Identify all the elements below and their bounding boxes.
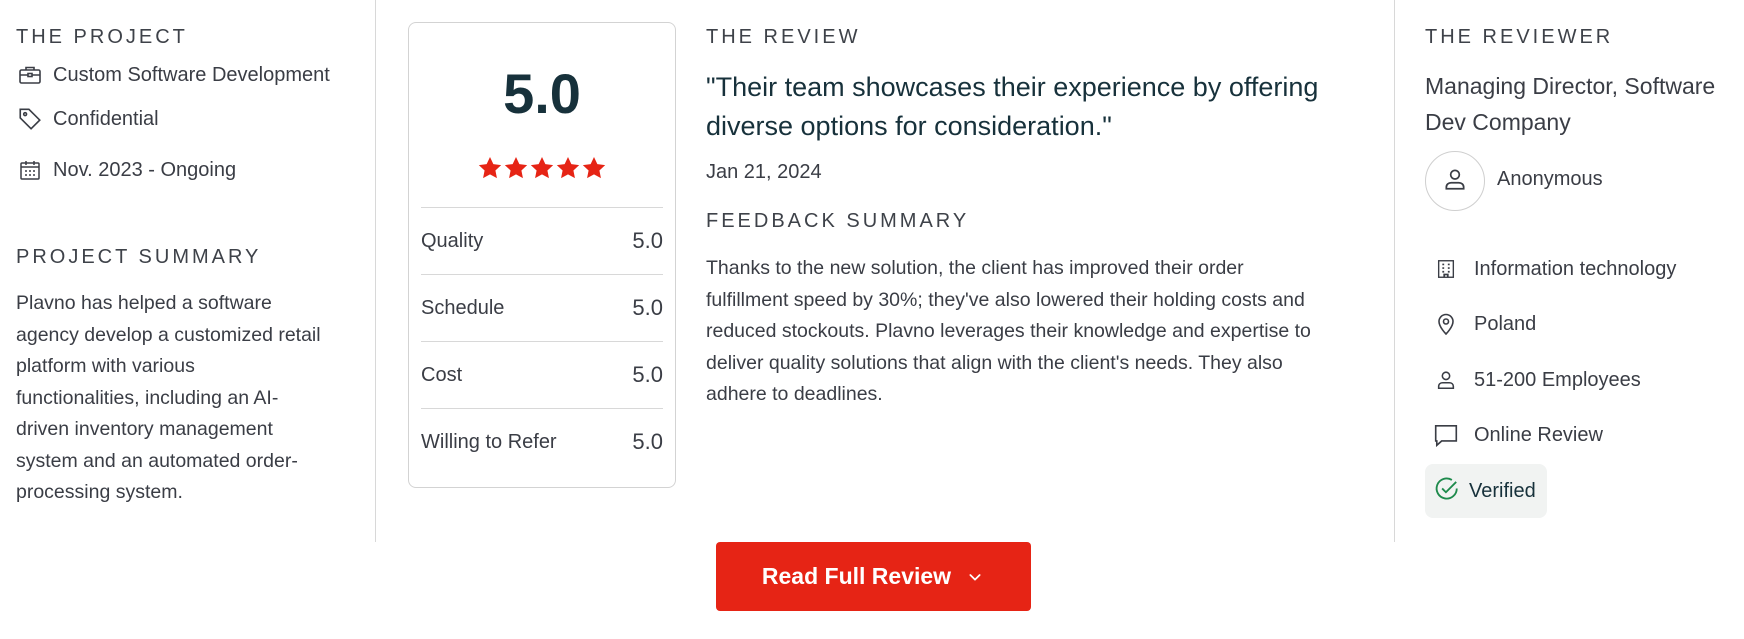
star-icon [582, 156, 606, 179]
project-dates-label: Nov. 2023 - Ongoing [53, 158, 237, 181]
reviewer-company-size-label: 51-200 Employees [1474, 368, 1641, 391]
review-quote: "Their team showcases their experience b… [706, 68, 1346, 146]
map-pin-icon [1432, 310, 1460, 338]
feedback-line: fulfillment speed by 30%; they've also l… [706, 288, 1305, 311]
review-heading: THE REVIEW [706, 26, 861, 48]
rating-label: Cost [421, 363, 463, 386]
read-full-review-button[interactable]: Read Full Review [716, 542, 1031, 611]
chevron-down-icon [967, 568, 985, 586]
verified-label: Verified [1469, 479, 1536, 502]
rating-row-cost: Cost 5.0 [421, 341, 663, 408]
rating-label: Willing to Refer [421, 430, 557, 453]
summary-line: system and an automated order- [16, 449, 298, 472]
check-circle-icon [1434, 476, 1460, 507]
reviewer-heading: THE REVIEWER [1425, 26, 1614, 48]
avatar [1425, 151, 1485, 211]
feedback-line: adhere to deadlines. [706, 383, 883, 405]
tag-icon [16, 105, 44, 133]
chat-bubble-icon [1432, 421, 1460, 449]
verified-badge: Verified [1425, 464, 1547, 518]
overall-rating: 5.0 [503, 62, 581, 125]
person-icon [1432, 366, 1460, 394]
feedback-line: Thanks to the new solution, the client h… [706, 257, 1244, 279]
rating-row-schedule: Schedule 5.0 [421, 274, 663, 341]
reviewer-location-label: Poland [1474, 312, 1537, 335]
reviewer-industry-label: Information technology [1474, 257, 1677, 280]
reviewer-title-line: Managing Director, Software [1425, 73, 1716, 99]
rating-value: 5.0 [632, 362, 663, 387]
reviewer-review-type-label: Online Review [1474, 423, 1603, 446]
rating-label: Schedule [421, 296, 505, 319]
summary-line: Plavno has helped a software [16, 292, 272, 314]
project-budget: Confidential [16, 104, 159, 134]
star-icon [556, 156, 580, 179]
reviewer-review-type: Online Review [1432, 419, 1603, 451]
reviewer-location: Poland [1432, 308, 1536, 340]
project-dates: Nov. 2023 - Ongoing [16, 155, 236, 185]
rating-row-quality: Quality 5.0 [421, 207, 663, 274]
project-summary-text: Plavno has helped a software agency deve… [16, 288, 356, 509]
feedback-line: deliver quality solutions that align wit… [706, 351, 1283, 374]
rating-label: Quality [421, 229, 484, 252]
quote-line: "Their team showcases their experience b… [706, 72, 1319, 102]
rating-value: 5.0 [632, 429, 663, 454]
reviewer-name: Anonymous [1497, 168, 1603, 190]
calendar-icon [16, 156, 44, 184]
project-budget-label: Confidential [53, 107, 159, 130]
reviewer-title-line: Dev Company [1425, 109, 1571, 135]
project-summary-heading: PROJECT SUMMARY [16, 246, 262, 268]
feedback-line: reduced stockouts. Plavno leverages thei… [706, 320, 1311, 342]
star-rating [409, 155, 675, 186]
reviewer-company-size: 51-200 Employees [1432, 364, 1641, 396]
rating-row-willing-to-refer: Willing to Refer 5.0 [421, 408, 663, 475]
summary-line: processing system. [16, 481, 183, 503]
user-icon [1442, 166, 1468, 197]
star-icon [530, 156, 554, 179]
star-icon [504, 156, 528, 179]
rating-value: 5.0 [632, 295, 663, 320]
project-heading: THE PROJECT [16, 26, 188, 48]
rating-card: 5.0 Quality 5.0 Schedule 5.0 Cost 5.0 Wi… [408, 22, 676, 488]
rating-value: 5.0 [632, 228, 663, 253]
review-date: Jan 21, 2024 [706, 161, 822, 183]
feedback-summary-heading: FEEDBACK SUMMARY [706, 210, 970, 232]
briefcase-icon [16, 61, 44, 89]
star-icon [478, 156, 502, 179]
read-full-review-label: Read Full Review [761, 563, 952, 589]
summary-line: platform with various [16, 355, 195, 377]
project-service-label: Custom Software Development [53, 63, 330, 86]
reviewer-title: Managing Director, Software Dev Company [1425, 68, 1740, 140]
building-icon [1432, 255, 1460, 283]
summary-line: driven inventory management [16, 418, 273, 440]
summary-line: agency develop a customized retail [16, 323, 321, 346]
project-service: Custom Software Development [16, 60, 330, 90]
quote-line: diverse options for consideration." [706, 111, 1112, 141]
summary-line: functionalities, including an AI- [16, 386, 279, 409]
reviewer-industry: Information technology [1432, 253, 1676, 285]
feedback-summary-text: Thanks to the new solution, the client h… [706, 253, 1376, 411]
